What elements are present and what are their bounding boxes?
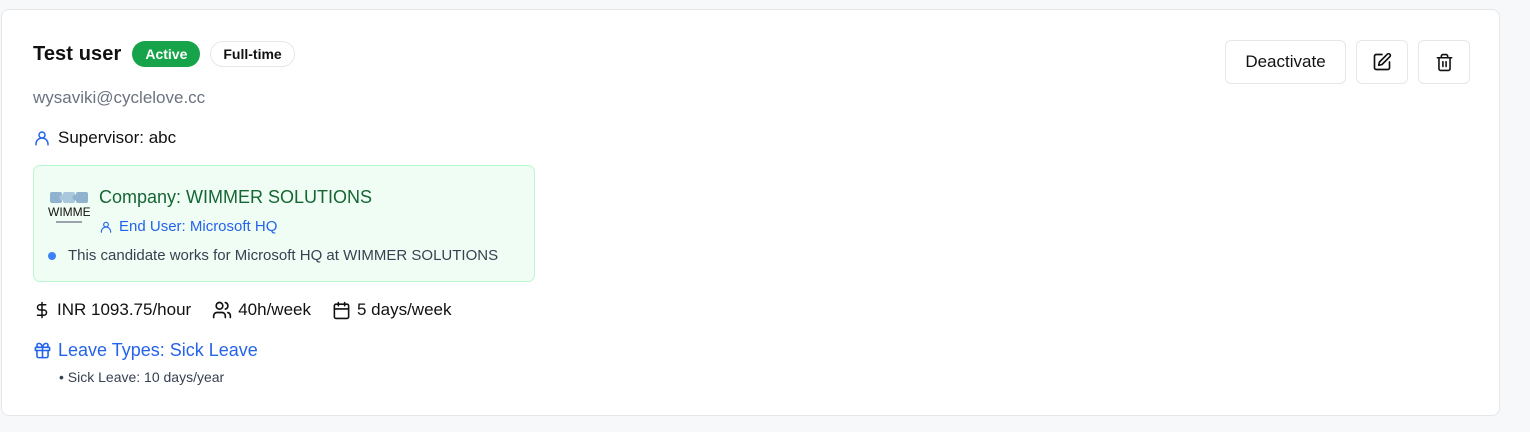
users-icon (213, 301, 232, 319)
leave-item: • Sick Leave: 10 days/year (59, 369, 225, 385)
delete-button[interactable] (1418, 40, 1470, 84)
leave-types-row: Leave Types: Sick Leave (33, 340, 258, 361)
leave-types-label: Leave Types: Sick Leave (58, 340, 258, 360)
name-row: Test user Active Full-time (33, 41, 295, 67)
user-icon (35, 131, 49, 146)
days-value: 5 days/week (356, 300, 452, 319)
edit-icon (1373, 52, 1392, 71)
stats-row: INR 1093.75/hour 40h/week 5 days/week (33, 300, 472, 320)
rate-value: INR 1093.75/hour (57, 300, 192, 319)
trash-icon (1436, 53, 1452, 71)
user-name: Test user (33, 42, 122, 65)
company-name: Company: WIMMER SOLUTIONS (99, 187, 373, 207)
hours-value: 40h/week (238, 300, 311, 319)
days-stat: 5 days/week (332, 300, 452, 320)
supervisor-label: Supervisor: abc (58, 128, 177, 147)
logo-text: WIMMER (48, 205, 90, 219)
hours-stat: 40h/week (212, 300, 311, 320)
company-note-text: This candidate works for Microsoft HQ at… (68, 247, 499, 264)
rate-stat: INR 1093.75/hour (33, 300, 191, 320)
calendar-icon (333, 301, 350, 319)
user-email: wysaviki@cyclelove.cc (33, 88, 206, 107)
status-badge: Active (132, 41, 201, 67)
company-note: This candidate works for Microsoft HQ at… (48, 247, 498, 264)
company-panel: WIMMER Company: WIMMER SOLUTIONS End Use… (33, 165, 535, 282)
end-user-label: End User: Microsoft HQ (119, 218, 278, 235)
edit-button[interactable] (1356, 40, 1408, 84)
dollar-icon (36, 301, 48, 319)
supervisor-row: Supervisor: abc (33, 128, 176, 148)
deactivate-button[interactable]: Deactivate (1225, 40, 1346, 84)
gift-icon (34, 342, 51, 359)
end-user-row: End User: Microsoft HQ (99, 218, 277, 235)
employment-type-badge: Full-time (210, 41, 295, 67)
bullet-dot (48, 251, 56, 260)
user-icon (100, 221, 112, 233)
user-card: Test user Active Full-time wysaviki@cycl… (1, 9, 1500, 416)
company-logo: WIMMER (48, 188, 100, 230)
card-actions: Deactivate (1225, 40, 1470, 84)
